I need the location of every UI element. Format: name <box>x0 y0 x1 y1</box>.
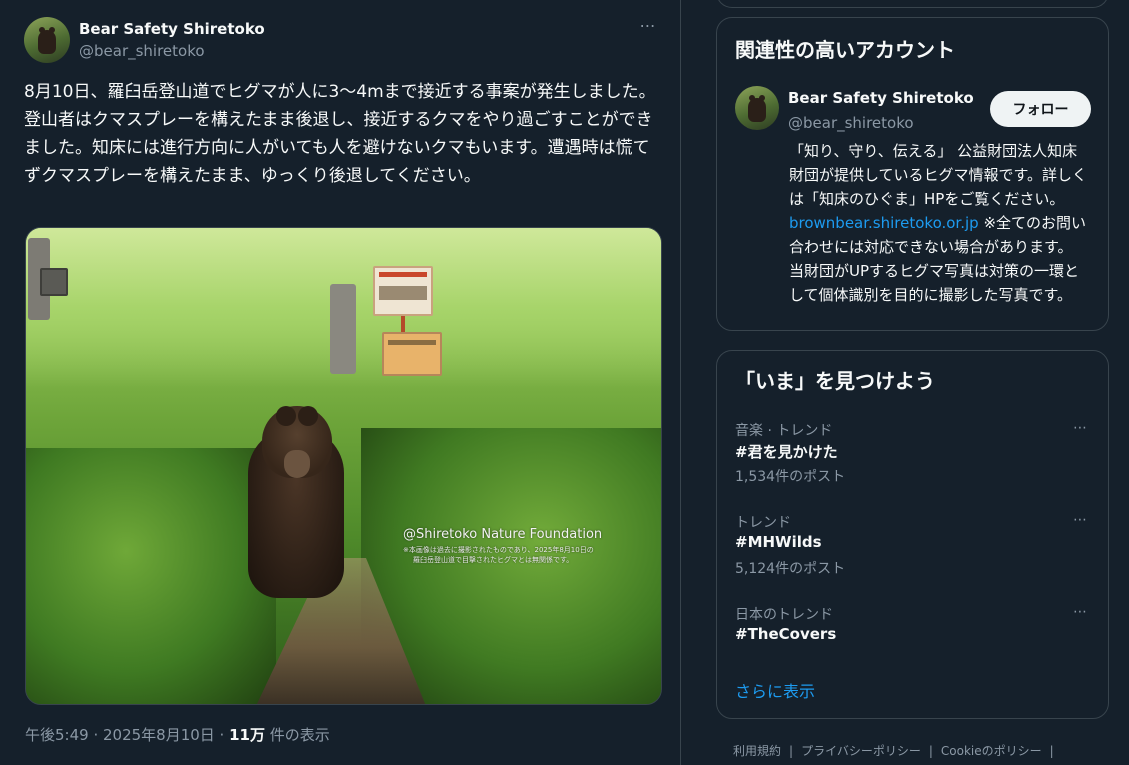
trends-card: 「いま」を見つけよう 音楽 · トレンド #君を見かけた 1,534件のポスト … <box>716 350 1109 719</box>
trend-count: 5,124件のポスト <box>735 561 846 577</box>
bear-snout <box>284 450 310 478</box>
footer-link-cookies[interactable]: Cookieのポリシー <box>941 744 1042 758</box>
trend-more-icon[interactable]: ⋯ <box>1073 604 1088 620</box>
trend-name: #MHWilds <box>735 533 822 551</box>
author-name[interactable]: Bear Safety Shiretoko <box>79 20 265 38</box>
related-account-name[interactable]: Bear Safety Shiretoko <box>788 89 974 107</box>
footer-separator: | <box>928 744 933 758</box>
bio-link[interactable]: brownbear.shiretoko.or.jp <box>789 214 979 232</box>
related-account-handle[interactable]: @bear_shiretoko <box>788 114 914 132</box>
views-label: 件の表示 <box>264 726 330 744</box>
trend-name: #TheCovers <box>735 625 837 643</box>
photo-warning-sign-upper <box>373 266 433 316</box>
trend-context: トレンド <box>735 515 791 531</box>
footer-separator: | <box>789 744 794 758</box>
trend-item[interactable]: 日本のトレンド #TheCovers ⋯ <box>717 604 1108 680</box>
tweet-header: Bear Safety Shiretoko @bear_shiretoko ⋯ <box>24 16 664 64</box>
tweet-meta: 午後5:49 · 2025年8月10日 · 11万 件の表示 <box>25 724 330 745</box>
app-layout: Bear Safety Shiretoko @bear_shiretoko ⋯ … <box>0 0 1129 765</box>
trend-name: #君を見かけた <box>735 443 838 461</box>
tweet-text: 8月10日、羅臼岳登山道でヒグマが人に3〜4mまで接近する事案が発生しました。登… <box>24 82 656 186</box>
photo-warning-sign-lower <box>382 332 442 376</box>
related-accounts-card: 関連性の高いアカウント Bear Safety Shiretoko @bear_… <box>716 17 1109 331</box>
trend-count: 1,534件のポスト <box>735 469 846 485</box>
photo-grass-left <box>26 448 276 704</box>
footer-link-privacy[interactable]: プライバシーポリシー <box>801 744 921 758</box>
views-count: 11万 <box>229 726 265 744</box>
tweet-column: Bear Safety Shiretoko @bear_shiretoko ⋯ … <box>0 0 681 765</box>
tweet-timestamp[interactable]: 午後5:49 · 2025年8月10日 · <box>25 726 229 744</box>
bear-avatar-icon <box>38 27 56 54</box>
author-handle[interactable]: @bear_shiretoko <box>79 42 205 60</box>
bear-avatar-icon <box>748 95 766 122</box>
trend-more-icon[interactable]: ⋯ <box>1073 420 1088 436</box>
related-account-avatar[interactable] <box>735 86 779 130</box>
follow-button[interactable]: フォロー <box>990 91 1091 127</box>
footer-links: 利用規約 | プライバシーポリシー | Cookieのポリシー | <box>733 742 1113 759</box>
footer-separator: | <box>1049 744 1054 758</box>
tweet-photo[interactable]: @Shiretoko Nature Foundation ※本画像は過去に撮影さ… <box>25 227 662 705</box>
photo-note-line: 羅臼岳登山道で目撃されたヒグマとは無関係です。 <box>413 556 574 564</box>
trend-item[interactable]: 音楽 · トレンド #君を見かけた 1,534件のポスト ⋯ <box>717 420 1108 496</box>
trend-context: 日本のトレンド <box>735 607 833 623</box>
photo-bear <box>244 398 352 598</box>
author-avatar[interactable] <box>24 17 70 63</box>
trend-item[interactable]: トレンド #MHWilds 5,124件のポスト ⋯ <box>717 512 1108 588</box>
photo-note: ※本画像は過去に撮影されたものであり、2025年8月10日の 羅臼岳登山道で目撃… <box>403 545 661 565</box>
footer-link-terms[interactable]: 利用規約 <box>733 744 781 758</box>
bio-text: 「知り、守り、伝える」 公益財団法人知床財団が提供しているヒグマ情報です。詳しく… <box>789 142 1088 208</box>
related-account-bio: 「知り、守り、伝える」 公益財団法人知床財団が提供しているヒグマ情報です。詳しく… <box>789 139 1089 307</box>
related-accounts-title: 関連性の高いアカウント <box>735 38 955 62</box>
bear-ear-left <box>276 406 296 426</box>
trend-context: 音楽 · トレンド <box>735 423 833 439</box>
trends-title: 「いま」を見つけよう <box>735 369 935 393</box>
photo-sign-left <box>40 268 68 296</box>
photo-post-middle <box>330 284 356 374</box>
photo-note-line: ※本画像は過去に撮影されたものであり、2025年8月10日の <box>403 546 594 554</box>
trend-more-icon[interactable]: ⋯ <box>1073 512 1088 528</box>
bear-ear-right <box>298 406 318 426</box>
more-options-icon[interactable]: ⋯ <box>636 18 660 36</box>
show-more-link[interactable]: さらに表示 <box>735 678 815 702</box>
sidebar-search-stub <box>716 0 1109 8</box>
photo-credit: @Shiretoko Nature Foundation <box>403 527 603 542</box>
